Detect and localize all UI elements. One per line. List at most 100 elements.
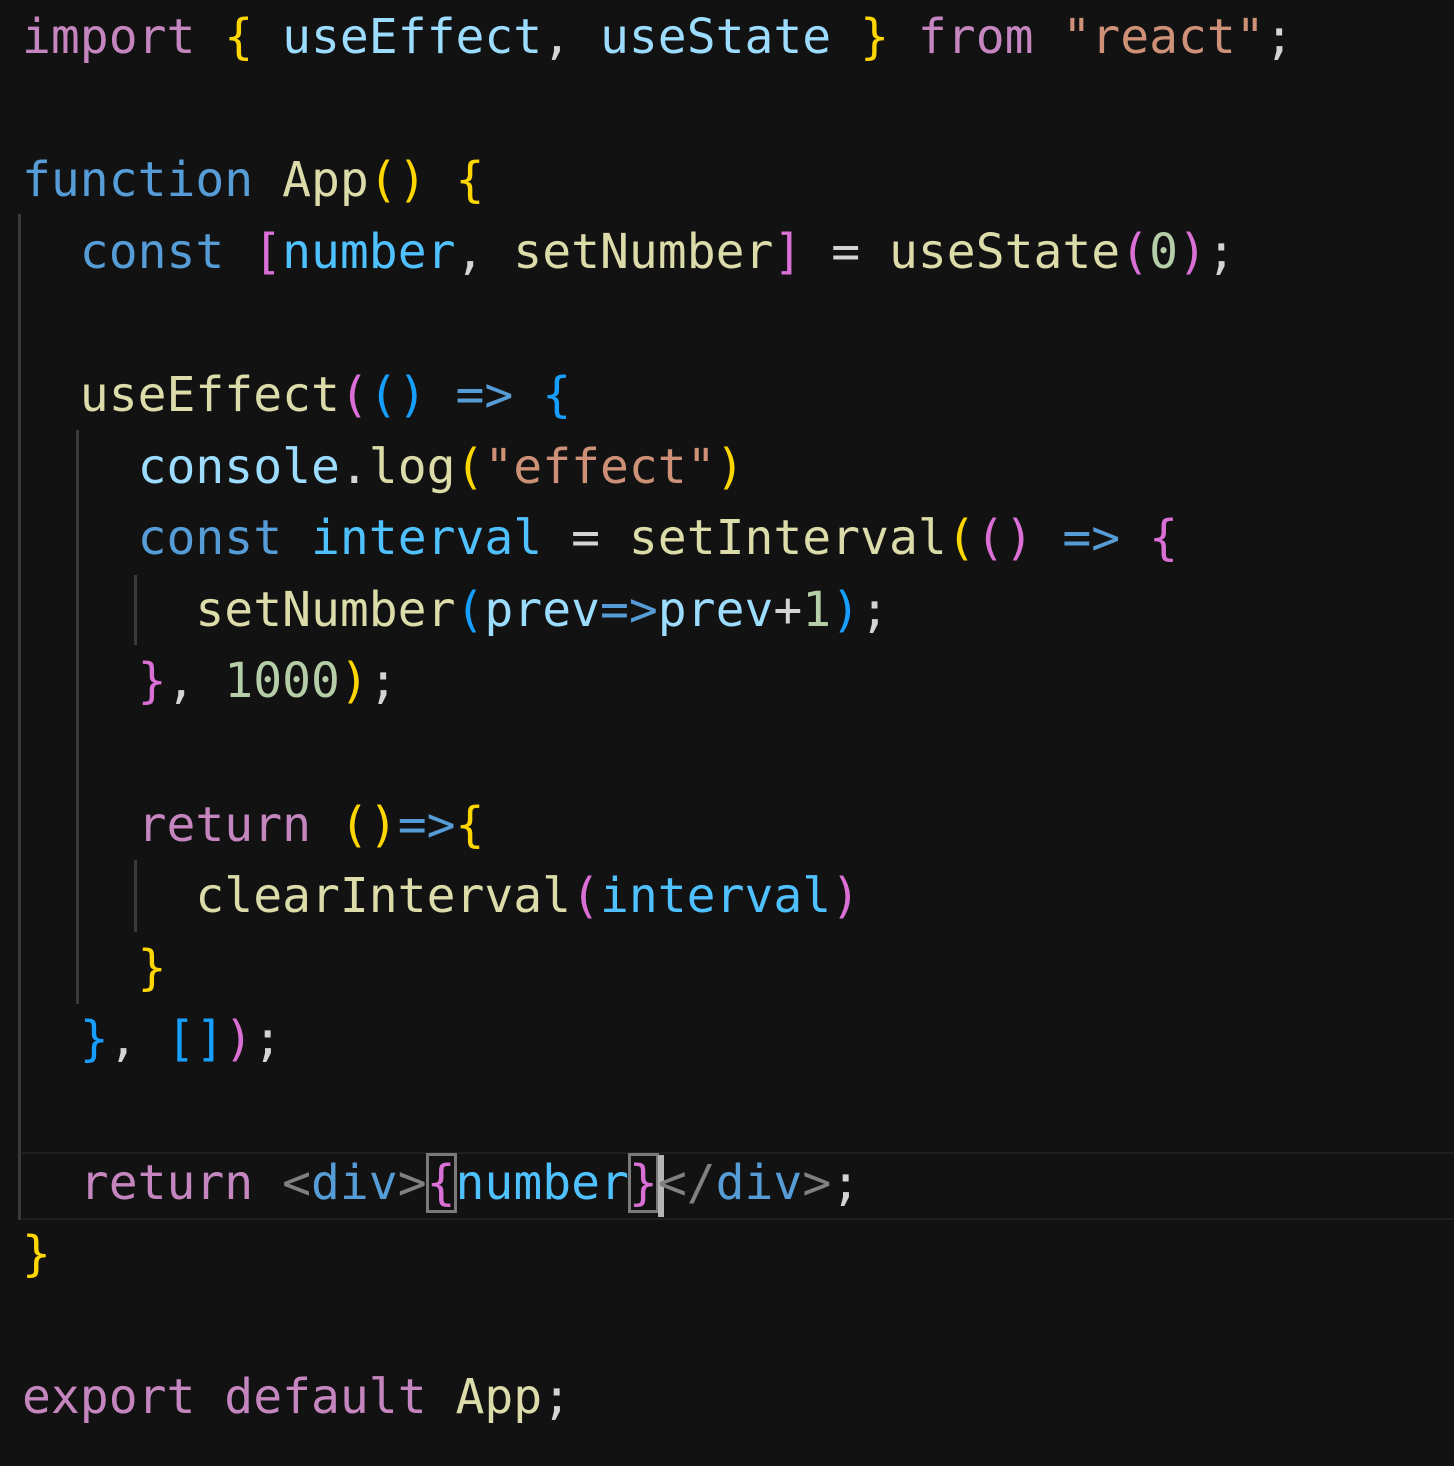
code-token: import: [22, 9, 196, 65]
code-token: {: [455, 796, 485, 853]
code-token: const: [137, 510, 283, 567]
code-token: ]: [773, 223, 803, 280]
code-line[interactable]: const interval = setInterval(() => {: [22, 502, 1178, 574]
code-token: (: [571, 868, 600, 925]
code-token: +: [773, 581, 803, 638]
code-token: default: [224, 1369, 427, 1426]
code-token: return: [137, 796, 311, 853]
code-line[interactable]: }, 1000);: [22, 645, 398, 717]
code-token: </: [657, 1154, 716, 1211]
code-token: <: [282, 1154, 311, 1211]
code-token: console: [137, 438, 340, 495]
code-token: div: [715, 1154, 803, 1211]
code-token: {: [455, 152, 485, 209]
bracket-match-token: }: [627, 1152, 659, 1213]
code-token: }: [860, 9, 889, 65]
code-line[interactable]: clearInterval(interval): [22, 860, 860, 932]
code-token: ): [224, 1011, 254, 1068]
code-token: setNumber: [513, 223, 774, 280]
code-token: useEffect: [79, 367, 340, 423]
code-token: ): [831, 581, 861, 638]
code-line[interactable]: function App() {: [22, 144, 484, 216]
code-token: ;: [253, 1011, 283, 1068]
code-line[interactable]: import { useEffect, useState } from "rea…: [22, 1, 1294, 73]
code-token: 1000: [224, 653, 340, 710]
code-token: {: [224, 9, 254, 65]
code-token: ;: [368, 653, 398, 710]
code-token: (): [339, 796, 398, 853]
code-token: 1: [802, 581, 832, 638]
code-token: return: [79, 1154, 254, 1211]
code-token: .: [339, 438, 369, 495]
code-token: setNumber: [195, 581, 456, 638]
code-line[interactable]: }: [22, 1218, 51, 1290]
code-token: export: [22, 1369, 196, 1426]
code-token: "effect": [484, 438, 716, 495]
code-token: from: [917, 9, 1034, 65]
code-line[interactable]: export default App;: [22, 1361, 571, 1433]
code-line[interactable]: setNumber(prev=>prev+1);: [22, 574, 889, 646]
code-token: ;: [860, 581, 889, 638]
code-line[interactable]: return ()=>{: [22, 789, 485, 861]
code-token: ;: [542, 1369, 572, 1426]
code-token: "react": [1062, 9, 1265, 65]
code-token: App: [282, 152, 369, 209]
code-line[interactable]: const [number, setNumber] = useState(0);: [22, 216, 1236, 288]
code-token: {: [1149, 510, 1178, 567]
code-token: ): [339, 653, 369, 710]
code-token: ;: [1264, 9, 1294, 65]
code-token: >: [802, 1154, 832, 1211]
code-token: =>: [599, 581, 658, 638]
code-token: }: [22, 1226, 51, 1283]
code-token: interval: [599, 868, 832, 925]
code-token: =>: [397, 796, 456, 853]
indent-guide-function-body: [18, 214, 21, 1220]
code-token: ): [1178, 223, 1207, 280]
code-token: (): [975, 510, 1034, 567]
code-token: 0: [1149, 223, 1178, 280]
code-token: ): [831, 868, 861, 925]
code-line[interactable]: useEffect(() => {: [22, 359, 571, 431]
code-line[interactable]: console.log("effect"): [22, 431, 745, 503]
code-token: (: [339, 367, 369, 423]
code-token: log: [368, 438, 456, 495]
code-token: App: [455, 1369, 543, 1426]
code-token: setInterval: [628, 510, 947, 567]
code-token: =>: [455, 367, 514, 423]
code-token: =>: [1062, 510, 1121, 567]
code-line[interactable]: }: [22, 932, 167, 1004]
code-token: function: [22, 152, 254, 209]
code-line[interactable]: }, []);: [22, 1003, 282, 1075]
code-token: ): [715, 438, 745, 495]
code-editor[interactable]: import { useEffect, useState } from "rea…: [0, 0, 1454, 1466]
code-token: prev: [484, 581, 600, 638]
code-token: prev: [657, 581, 774, 638]
code-token: div: [311, 1154, 398, 1211]
code-token: {: [542, 367, 572, 423]
code-token: (: [946, 510, 976, 567]
code-line[interactable]: return <div>{number}</div>;: [22, 1147, 860, 1219]
code-token: useState: [600, 9, 832, 65]
code-token: }: [137, 939, 167, 996]
